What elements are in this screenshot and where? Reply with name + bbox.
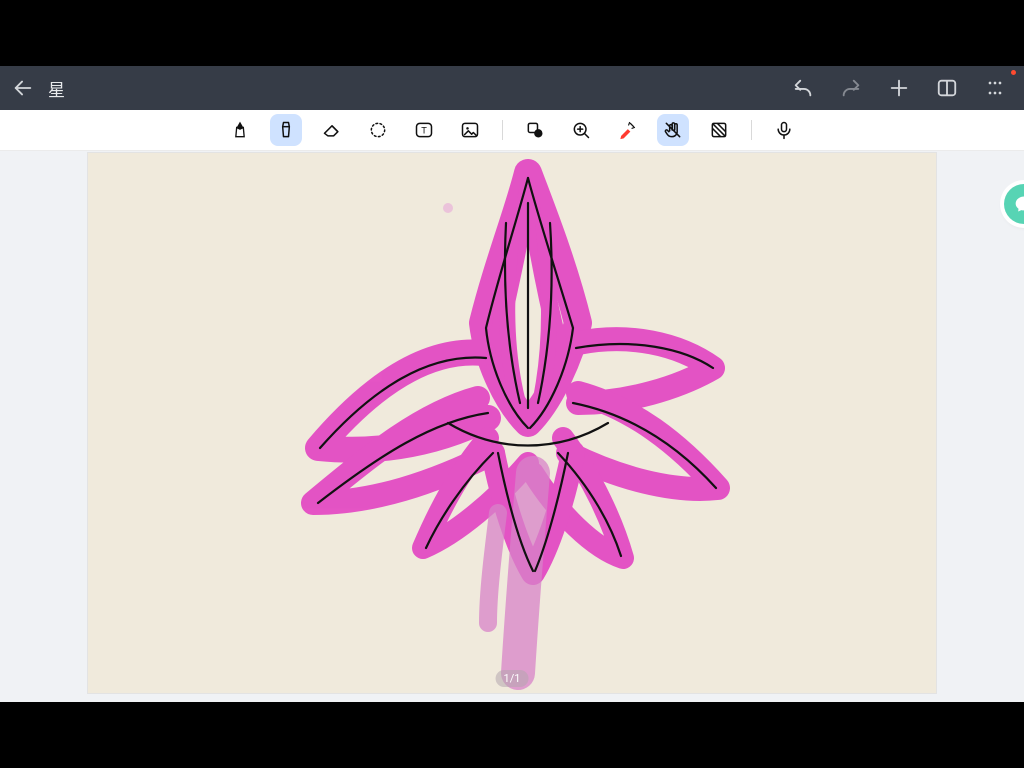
eraser-tool[interactable] <box>316 114 348 146</box>
titlebar: 星 <box>0 66 1024 110</box>
text-tool[interactable]: T <box>408 114 440 146</box>
page-indicator: 1/1 <box>496 670 529 687</box>
zoom-in-icon <box>571 120 591 140</box>
panels-button[interactable] <box>932 73 962 103</box>
panel-split-icon <box>936 77 958 99</box>
zoom-tool[interactable] <box>565 114 597 146</box>
texture-icon <box>709 120 729 140</box>
chat-bubble-icon <box>1014 194 1024 214</box>
pen-tool[interactable] <box>224 114 256 146</box>
add-button[interactable] <box>884 73 914 103</box>
shapes-icon <box>525 120 545 140</box>
laser-tool[interactable] <box>611 114 643 146</box>
page[interactable]: 1/1 <box>88 153 936 693</box>
redo-button[interactable] <box>836 73 866 103</box>
highlighter-icon <box>276 120 296 140</box>
user-drawing <box>88 153 936 693</box>
document-title: 星 <box>48 76 65 101</box>
letterbox-top <box>0 0 1024 66</box>
texture-tool[interactable] <box>703 114 735 146</box>
more-menu-button[interactable] <box>980 73 1010 103</box>
app-window: 星 <box>0 66 1024 702</box>
plus-icon <box>888 77 910 99</box>
hand-off-icon <box>663 120 683 140</box>
text-box-icon: T <box>414 120 434 140</box>
arrow-left-icon <box>12 77 34 99</box>
microphone-icon <box>774 120 794 140</box>
image-icon <box>460 120 480 140</box>
undo-button[interactable] <box>788 73 818 103</box>
shapes-tool[interactable] <box>519 114 551 146</box>
laser-pointer-icon <box>617 120 637 140</box>
toolbar-separator <box>751 120 752 140</box>
lasso-icon <box>368 120 388 140</box>
toolbar: T <box>0 110 1024 151</box>
svg-text:T: T <box>421 125 427 135</box>
highlighter-tool[interactable] <box>270 114 302 146</box>
pen-nib-icon <box>230 120 250 140</box>
eraser-icon <box>322 120 342 140</box>
canvas-area[interactable]: 1/1 <box>0 151 1024 702</box>
undo-icon <box>792 77 814 99</box>
redo-icon <box>840 77 862 99</box>
lasso-tool[interactable] <box>362 114 394 146</box>
image-tool[interactable] <box>454 114 486 146</box>
back-button[interactable] <box>8 73 38 103</box>
toolbar-separator <box>502 120 503 140</box>
touch-lock-tool[interactable] <box>657 114 689 146</box>
mic-tool[interactable] <box>768 114 800 146</box>
grid-dots-icon <box>985 78 1005 98</box>
notification-dot-icon <box>1011 70 1016 75</box>
letterbox-bottom <box>0 702 1024 768</box>
